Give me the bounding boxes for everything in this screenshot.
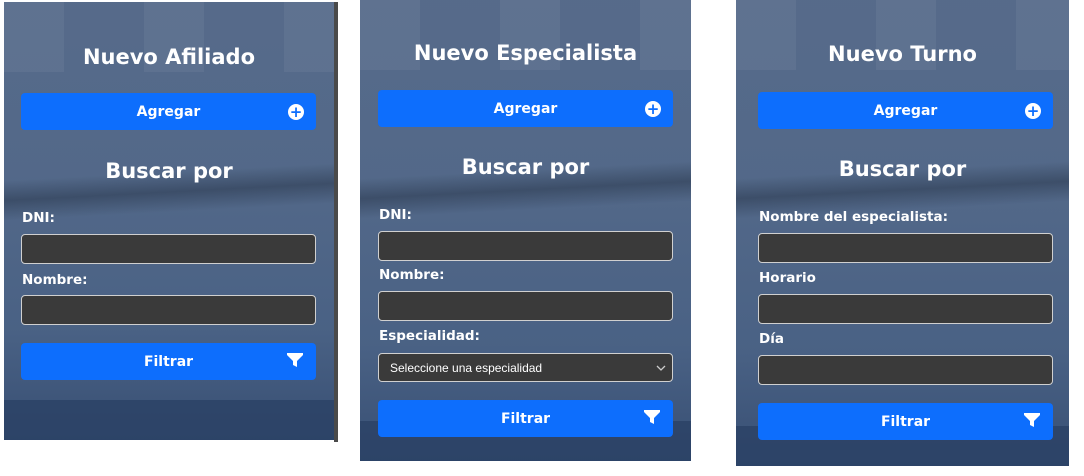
- panel-nuevo-especialista: Nuevo Especialista Agregar + Buscar por …: [360, 0, 691, 461]
- nombre-input[interactable]: [378, 291, 673, 321]
- dni-input[interactable]: [378, 231, 673, 261]
- funnel-icon: [286, 351, 304, 373]
- search-title: Buscar por: [461, 155, 590, 179]
- panel-title: Nuevo Especialista: [413, 41, 638, 65]
- add-button[interactable]: Agregar +: [21, 93, 316, 130]
- add-button-label: Agregar: [136, 103, 201, 120]
- plus-circle-icon: +: [645, 99, 661, 118]
- dni-input[interactable]: [21, 234, 316, 264]
- panel-shadow: [334, 2, 338, 442]
- filter-button[interactable]: Filtrar: [378, 400, 673, 437]
- chevron-down-icon: [656, 361, 666, 375]
- nombre-especialista-label: Nombre del especialista:: [759, 209, 948, 225]
- funnel-icon: [1023, 411, 1041, 433]
- add-button[interactable]: Agregar +: [378, 90, 673, 127]
- plus-circle-icon: +: [288, 102, 304, 121]
- panel-nuevo-afiliado: Nuevo Afiliado Agregar + Buscar por DNI:…: [4, 2, 334, 440]
- add-button-label: Agregar: [493, 100, 558, 117]
- filter-button-label: Filtrar: [880, 413, 931, 430]
- horario-label: Horario: [759, 270, 816, 286]
- dni-label: DNI:: [379, 207, 412, 223]
- panel-title: Nuevo Turno: [828, 42, 977, 66]
- filter-button-label: Filtrar: [500, 410, 551, 427]
- dni-label: DNI:: [22, 210, 55, 226]
- especialidad-select[interactable]: Seleccione una especialidad: [378, 353, 673, 382]
- filter-button-label: Filtrar: [143, 353, 194, 370]
- nombre-input[interactable]: [21, 295, 316, 325]
- horario-input[interactable]: [758, 294, 1053, 324]
- especialidad-selected: Seleccione una especialidad: [390, 360, 543, 375]
- nombre-especialista-input[interactable]: [758, 233, 1053, 263]
- dia-label: Día: [759, 331, 784, 347]
- filter-button[interactable]: Filtrar: [21, 343, 316, 380]
- search-title: Buscar por: [838, 157, 967, 181]
- panel-bottom-shade: [4, 400, 334, 440]
- search-title: Buscar por: [105, 159, 233, 183]
- add-button[interactable]: Agregar +: [758, 92, 1053, 129]
- especialidad-label: Especialidad:: [379, 328, 480, 344]
- nombre-label: Nombre:: [22, 272, 88, 288]
- add-button-label: Agregar: [873, 102, 938, 119]
- filter-button[interactable]: Filtrar: [758, 403, 1053, 440]
- dia-input[interactable]: [758, 355, 1053, 385]
- panel-title: Nuevo Afiliado: [82, 45, 256, 69]
- funnel-icon: [643, 408, 661, 430]
- plus-circle-icon: +: [1025, 101, 1041, 120]
- nombre-label: Nombre:: [379, 267, 445, 283]
- panel-nuevo-turno: Nuevo Turno Agregar + Buscar por Nombre …: [736, 0, 1069, 466]
